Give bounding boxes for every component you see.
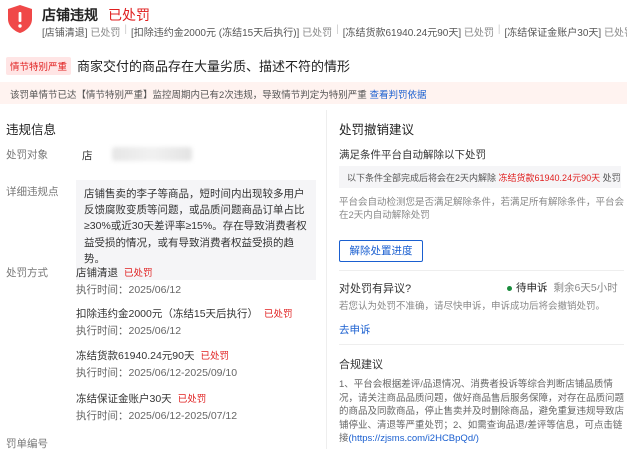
status-dot-icon — [507, 285, 512, 291]
tag-text: [冻结货款61940.24元90天] — [342, 28, 462, 39]
tag-status: 已处罚 — [90, 28, 121, 39]
punishment-time: 执行时间：2025/06/12-2025/09/10 — [76, 367, 238, 379]
punishment-item: 店铺清退 已处罚 — [76, 267, 153, 279]
severity-alert: 情节特别严重 商家交付的商品存在大量劣质、描述不符的情形 — [6, 56, 350, 75]
severity-badge: 情节特别严重 — [6, 56, 72, 75]
revoke-note: 平台会自动检测您是否满足解除条件，若满足所有解除条件，平台会在2天内自动解除处罚 — [339, 197, 625, 221]
appeal-title: 对处罚有异议? — [339, 283, 412, 295]
revoke-progress-button[interactable]: 解除处置进度 — [339, 240, 423, 262]
violation-info-panel: 违规信息 处罚对象 店 详细违规点 店铺售卖的李子等商品，短时间内出现较多用户反… — [0, 110, 322, 449]
punishment-item: 扣除违约金2000元（冻结15天后执行） 已处罚 — [76, 308, 293, 320]
punishment-item: 冻结货款61940.24元90天 已处罚 — [76, 350, 229, 362]
view-basis-link[interactable]: 查看判罚依据 — [369, 90, 426, 101]
tag-text: [店铺清退] — [42, 28, 88, 39]
revoke-sub-title: 满足条件平台自动解除以下处罚 — [339, 149, 486, 161]
redacted-shop-name — [112, 147, 192, 161]
tag-text: [冻结保证金账户30天] — [504, 28, 602, 39]
advice-title: 合规建议 — [339, 359, 383, 371]
appeal-note: 若您认为处罚不准确，请尽快申诉，申诉成功后将会撤销处罚。 — [339, 301, 606, 312]
divider — [339, 270, 624, 271]
notice-text: 该罚单情节已达【情节特别严重】监控周期内已有2次违规，导致情节判定为特别严重 — [10, 90, 367, 101]
advice-text: 1、平台会根据差评/品退情况、消费者投诉等综合判断店铺品质情况，请关注商品品质问… — [339, 379, 625, 444]
punishment-time: 执行时间：2025/06/12-2025/07/12 — [76, 410, 238, 422]
punishment-tags: [店铺清退] 已处罚 | [扣除违约金2000元 (冻结15天后执行)] 已处罚 |… — [42, 24, 627, 39]
appeal-status: 待申诉 剩余6天5小时 — [507, 280, 618, 295]
punishment-item: 冻结保证金账户30天 已处罚 — [76, 393, 207, 405]
violation-section-title: 违规信息 — [6, 123, 57, 137]
target-value: 店 — [82, 150, 93, 162]
punishment-time: 执行时间：2025/06/12 — [76, 325, 182, 337]
method-label: 处罚方式 — [6, 267, 48, 279]
page-title: 店铺违规 — [42, 7, 98, 23]
page-status: 已处罚 — [108, 7, 150, 23]
detail-label: 详细违规点 — [6, 186, 59, 198]
tag-status: 已处罚 — [302, 28, 333, 39]
advice-link[interactable]: (https://zjsms.com/i2HCBpQd/) — [349, 433, 479, 444]
severity-notice: 该罚单情节已达【情节特别严重】监控周期内已有2次违规，导致情节判定为特别严重 查… — [0, 82, 627, 104]
tag-status: 已处罚 — [603, 28, 627, 39]
alert-text: 商家交付的商品存在大量劣质、描述不符的情形 — [77, 59, 351, 74]
divider — [339, 344, 624, 345]
tag-text: [扣除违约金2000元 (冻结15天后执行)] — [130, 28, 300, 39]
appeal-link[interactable]: 去申诉 — [339, 322, 371, 337]
punishment-time: 执行时间：2025/06/12 — [76, 284, 182, 296]
number-label: 罚单编号 — [6, 438, 48, 449]
revoke-panel: 处罚撤销建议 满足条件平台自动解除以下处罚 以下条件全部完成后将会在2天内解除 … — [326, 110, 627, 449]
shield-warning-icon — [8, 5, 32, 33]
revoke-condition: 以下条件全部完成后将会在2天内解除 冻结货款61940.24元90天 处罚 — [339, 166, 621, 188]
target-label: 处罚对象 — [6, 149, 48, 161]
revoke-section-title: 处罚撤销建议 — [339, 123, 415, 137]
tag-status: 已处罚 — [463, 28, 494, 39]
header: 店铺违规 已处罚 [店铺清退] 已处罚 | [扣除违约金2000元 (冻结15天后… — [0, 0, 627, 44]
